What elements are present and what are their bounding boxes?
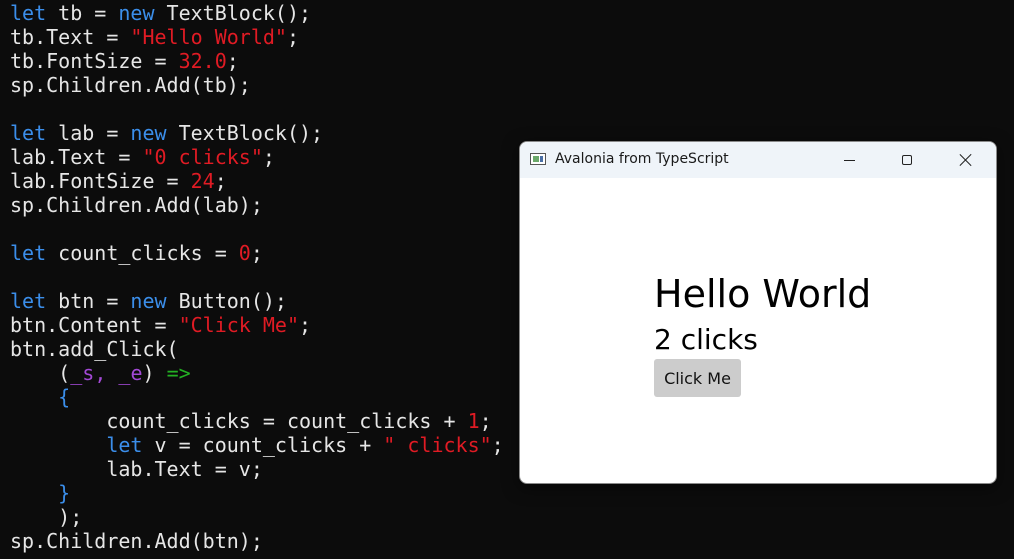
code-keyword: let xyxy=(10,121,47,145)
code-param-sep: , xyxy=(94,361,119,385)
code-string: " clicks" xyxy=(383,433,492,457)
click-me-button[interactable]: Click Me xyxy=(654,359,741,397)
window-title: Avalonia from TypeScript xyxy=(555,151,729,167)
code-line: let v = count_clicks + " clicks"; xyxy=(10,433,504,457)
code-text: count_clicks = count_clicks + xyxy=(10,409,468,433)
app-window: Avalonia from TypeScript Hello World 2 c… xyxy=(519,141,997,484)
code-string: "0 clicks" xyxy=(142,145,263,169)
code-line: let tb = new TextBlock(); xyxy=(10,1,504,25)
code-keyword: let xyxy=(10,289,47,313)
code-text: lab.Text = xyxy=(10,145,143,169)
clicks-label: 2 clicks xyxy=(654,323,758,356)
code-text: sp.Children.Add(tb); xyxy=(10,73,251,97)
code-text: count_clicks = xyxy=(46,241,239,265)
code-text: ( xyxy=(10,361,71,385)
code-text: sp.Children.Add(lab); xyxy=(10,193,263,217)
maximize-icon xyxy=(902,155,912,165)
code-brace: { xyxy=(58,385,71,409)
code-text: btn = xyxy=(46,289,131,313)
code-text: lab.FontSize = xyxy=(10,169,191,193)
code-text: TextBlock(); xyxy=(166,121,324,145)
code-line: tb.FontSize = 32.0; xyxy=(10,49,504,73)
code-text: lab = xyxy=(46,121,131,145)
title-bar[interactable]: Avalonia from TypeScript xyxy=(520,142,996,178)
code-line: (_s, _e) => xyxy=(10,361,504,385)
code-line: let count_clicks = 0; xyxy=(10,241,504,265)
hello-text: Hello World xyxy=(654,272,872,316)
code-text: v = count_clicks + xyxy=(142,433,384,457)
code-line: lab.FontSize = 24; xyxy=(10,169,504,193)
window-content: Hello World 2 clicks Click Me xyxy=(520,178,996,483)
close-button[interactable] xyxy=(937,142,995,178)
code-arrow: => xyxy=(166,361,191,385)
code-line: } xyxy=(10,481,504,505)
code-text: ; xyxy=(491,433,504,457)
code-line: sp.Children.Add(lab); xyxy=(10,193,504,217)
code-param: _s xyxy=(70,361,95,385)
minimize-button[interactable] xyxy=(820,142,878,178)
code-text: tb.FontSize = xyxy=(10,49,179,73)
code-text: ; xyxy=(250,241,263,265)
code-keyword: let xyxy=(106,433,143,457)
code-text: tb.Text = xyxy=(10,25,131,49)
code-number: 24 xyxy=(190,169,215,193)
code-keyword: new xyxy=(118,1,155,25)
code-text: lab.Text = v; xyxy=(10,457,263,481)
code-editor: let tb = new TextBlock(); tb.Text = "Hell… xyxy=(10,1,504,553)
code-line: sp.Children.Add(btn); xyxy=(10,529,504,553)
code-text: Button(); xyxy=(166,289,287,313)
code-keyword: new xyxy=(130,121,167,145)
code-text: ; xyxy=(226,49,239,73)
code-text: ; xyxy=(286,25,300,49)
code-number: 0 xyxy=(238,241,251,265)
maximize-button[interactable] xyxy=(878,142,936,178)
code-line: tb.Text = "Hello World"; xyxy=(10,25,504,49)
code-text: sp.Children.Add(btn); xyxy=(10,529,263,553)
minimize-icon xyxy=(843,159,855,161)
code-keyword: let xyxy=(10,1,47,25)
code-line: lab.Text = "0 clicks"; xyxy=(10,145,504,169)
code-brace: } xyxy=(58,481,71,505)
code-line: let lab = new TextBlock(); xyxy=(10,121,504,145)
code-line: lab.Text = v; xyxy=(10,457,504,481)
code-string: "Click Me" xyxy=(178,313,299,337)
code-text: ); xyxy=(10,505,83,529)
code-param: _e xyxy=(118,361,143,385)
code-text: tb = xyxy=(46,1,119,25)
code-line: ); xyxy=(10,505,504,529)
code-text: ; xyxy=(214,169,227,193)
code-line: let btn = new Button(); xyxy=(10,289,504,313)
code-text: ) xyxy=(142,361,167,385)
code-number: 1 xyxy=(467,409,480,433)
code-string: "Hello World" xyxy=(130,25,287,49)
code-text: TextBlock(); xyxy=(154,1,312,25)
code-line: { xyxy=(10,385,504,409)
app-window-icon xyxy=(530,153,546,165)
code-text: ; xyxy=(299,313,312,337)
code-number: 32.0 xyxy=(178,49,227,73)
code-line: count_clicks = count_clicks + 1; xyxy=(10,409,504,433)
code-line: btn.Content = "Click Me"; xyxy=(10,313,504,337)
code-line: btn.add_Click( xyxy=(10,337,504,361)
code-text: btn.Content = xyxy=(10,313,179,337)
close-icon xyxy=(959,153,973,167)
code-keyword: let xyxy=(10,241,47,265)
code-keyword: new xyxy=(130,289,167,313)
code-text: ; xyxy=(262,145,275,169)
code-text: ; xyxy=(479,409,492,433)
code-line: sp.Children.Add(tb); xyxy=(10,73,504,97)
code-text: btn.add_Click( xyxy=(10,337,179,361)
